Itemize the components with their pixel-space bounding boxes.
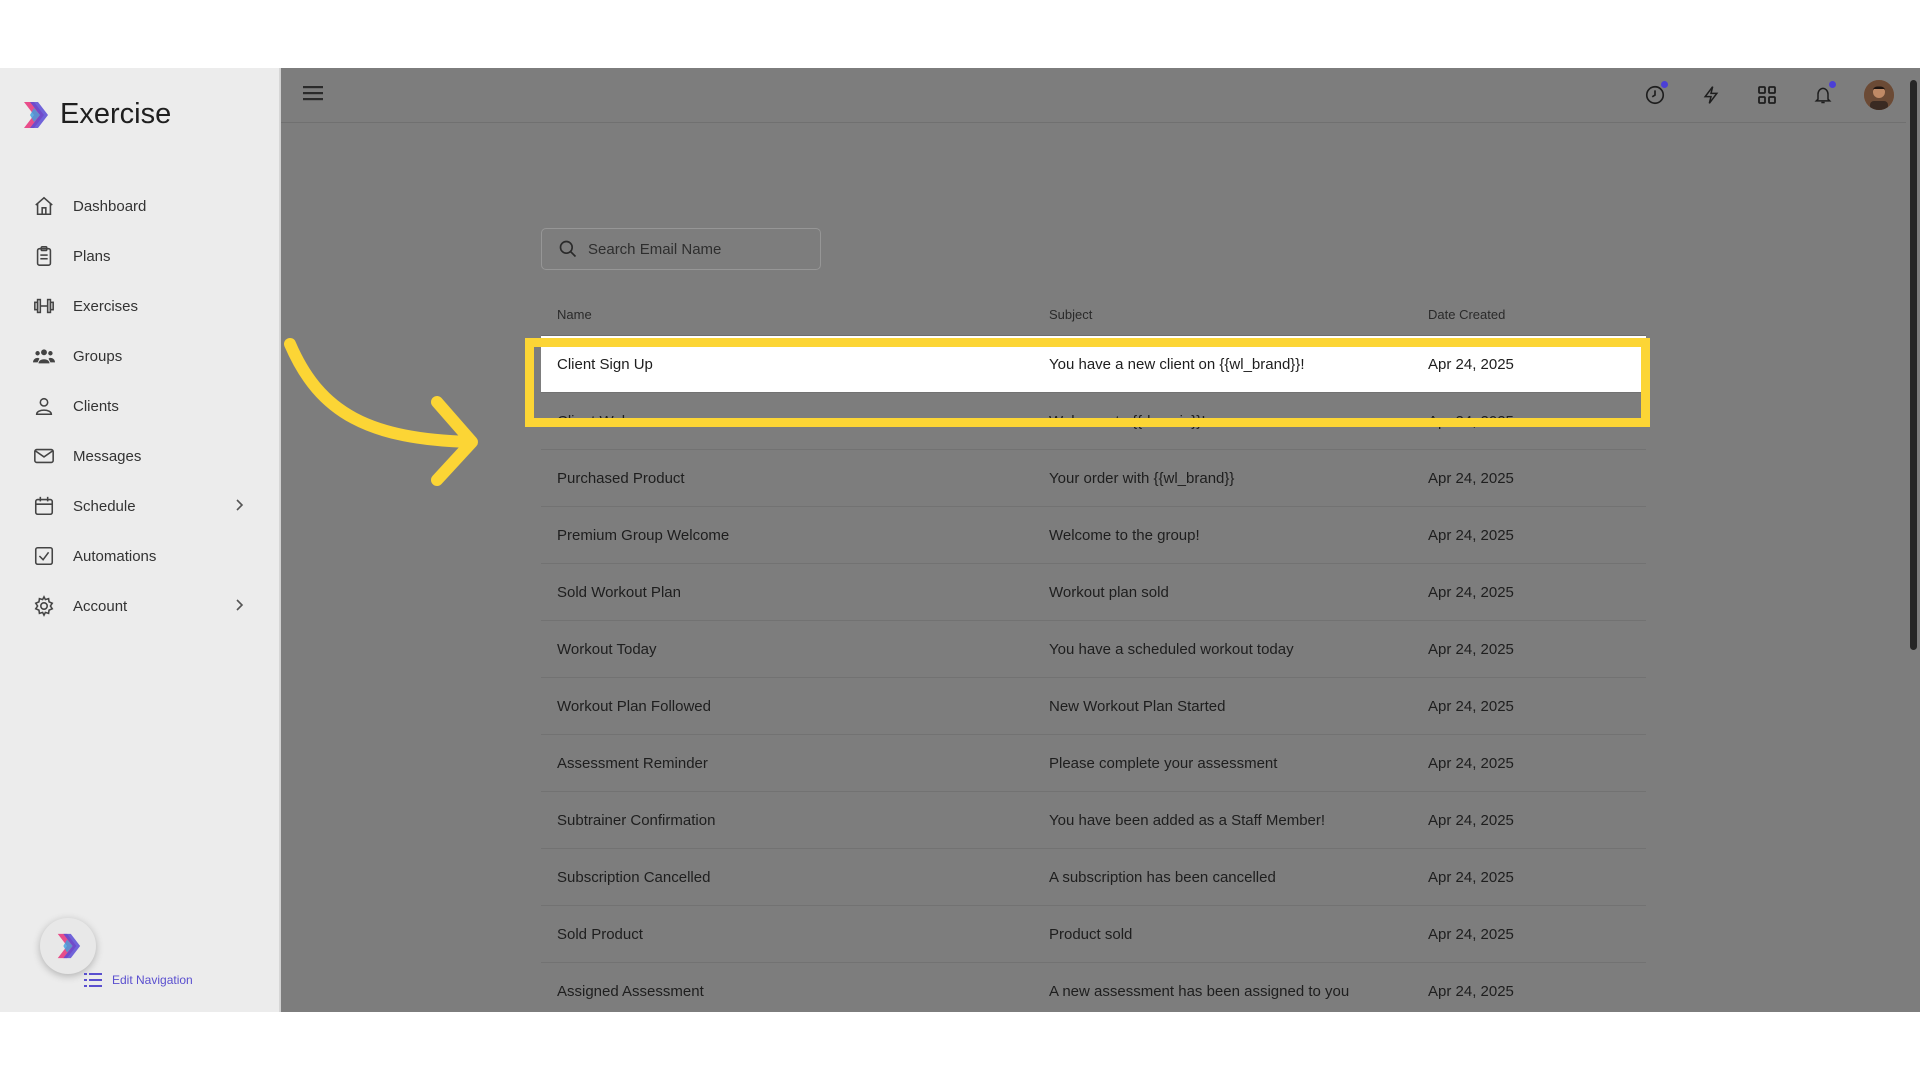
table-row[interactable]: Assigned Assessment A new assessment has… <box>541 963 1646 1012</box>
sidebar-item-dashboard[interactable]: Dashboard <box>0 181 280 231</box>
row-name: Assigned Assessment <box>557 982 704 1000</box>
menu-toggle-button[interactable] <box>303 84 323 107</box>
avatar <box>1864 80 1894 110</box>
table-row[interactable]: Purchased Product Your order with {{wl_b… <box>541 450 1646 507</box>
row-subject: A subscription has been cancelled <box>1049 868 1276 886</box>
row-date: Apr 24, 2025 <box>1428 982 1514 1000</box>
row-subject: Welcome to {{domain}}! <box>1049 412 1206 430</box>
row-date: Apr 24, 2025 <box>1428 355 1514 373</box>
table-row[interactable]: Assessment Reminder Please complete your… <box>541 735 1646 792</box>
row-subject: Product sold <box>1049 925 1133 943</box>
table-row[interactable]: Workout Today You have a scheduled worko… <box>541 621 1646 678</box>
notification-dot <box>1661 81 1668 88</box>
notification-dot <box>1829 81 1836 88</box>
sidebar-item-account[interactable]: Account <box>0 581 280 631</box>
row-date: Apr 24, 2025 <box>1428 811 1514 829</box>
table-row[interactable]: Sold Workout Plan Workout plan sold Apr … <box>541 564 1646 621</box>
home-icon <box>32 194 56 218</box>
logo-icon <box>24 101 48 128</box>
row-date: Apr 24, 2025 <box>1428 640 1514 658</box>
table-row[interactable]: Premium Group Welcome Welcome to the gro… <box>541 507 1646 564</box>
chevron-right-icon <box>236 599 244 611</box>
table-header: Name Subject Date Created <box>541 294 1646 336</box>
quick-actions-button[interactable] <box>1696 80 1726 110</box>
row-name: Premium Group Welcome <box>557 526 730 544</box>
row-date: Apr 24, 2025 <box>1428 526 1514 544</box>
row-date: Apr 24, 2025 <box>1428 469 1514 487</box>
row-subject: Welcome to the group! <box>1049 526 1200 544</box>
table-row[interactable]: Client Welcome Welcome to {{domain}}! Ap… <box>541 393 1646 450</box>
row-date: Apr 24, 2025 <box>1428 583 1514 601</box>
lightning-icon <box>1703 86 1719 104</box>
row-name: Sold Workout Plan <box>557 583 681 601</box>
apps-button[interactable] <box>1752 80 1782 110</box>
checkbox-icon <box>32 544 56 568</box>
sidebar-item-label: Dashboard <box>73 197 147 215</box>
list-icon <box>84 973 102 987</box>
sidebar-item-label: Automations <box>73 547 157 565</box>
row-name: Purchased Product <box>557 469 685 487</box>
scrollbar-thumb[interactable] <box>1910 80 1917 650</box>
sidebar-item-label: Account <box>73 597 128 615</box>
row-date: Apr 24, 2025 <box>1428 412 1514 430</box>
sidebar-item-label: Plans <box>73 247 111 265</box>
search-field[interactable] <box>541 228 821 270</box>
row-subject: You have been added as a Staff Member! <box>1049 811 1326 829</box>
pointer-arrow-icon <box>284 338 478 486</box>
row-date: Apr 24, 2025 <box>1428 754 1514 772</box>
app-window: Exercise Dashboard Plans Exercises Group… <box>0 68 1920 1012</box>
hamburger-icon <box>303 86 323 101</box>
row-name: Client Welcome <box>557 412 662 430</box>
user-menu-button[interactable] <box>1864 80 1894 110</box>
edit-navigation-label: Edit Navigation <box>112 973 193 987</box>
table-row[interactable]: Client Sign Up You have a new client on … <box>541 336 1646 393</box>
table-row[interactable]: Workout Plan Followed New Workout Plan S… <box>541 678 1646 735</box>
row-name: Workout Today <box>557 640 657 658</box>
logo-icon <box>57 933 81 959</box>
top-bar <box>281 68 1920 123</box>
row-name: Workout Plan Followed <box>557 697 711 715</box>
top-bar-actions <box>1640 80 1894 110</box>
column-header-name[interactable]: Name <box>557 307 1049 322</box>
row-date: Apr 24, 2025 <box>1428 868 1514 886</box>
notifications-button[interactable] <box>1808 80 1838 110</box>
row-name: Client Sign Up <box>557 355 653 373</box>
column-header-subject[interactable]: Subject <box>1049 307 1428 322</box>
sidebar-item-automations[interactable]: Automations <box>0 531 280 581</box>
row-name: Subscription Cancelled <box>557 868 711 886</box>
edit-navigation-link[interactable]: Edit Navigation <box>84 972 193 988</box>
main-content: Name Subject Date Created Client Sign Up… <box>281 68 1920 1012</box>
row-subject: You have a new client on {{wl_brand}}! <box>1049 355 1305 373</box>
table-row[interactable]: Subscription Cancelled A subscription ha… <box>541 849 1646 906</box>
history-button[interactable] <box>1640 80 1670 110</box>
row-subject: Workout plan sold <box>1049 583 1169 601</box>
search-icon <box>559 240 577 258</box>
column-header-date-created[interactable]: Date Created <box>1428 307 1628 322</box>
sidebar: Exercise Dashboard Plans Exercises Group… <box>0 68 280 1012</box>
table-row[interactable]: Subtrainer Confirmation You have been ad… <box>541 792 1646 849</box>
vertical-scrollbar[interactable] <box>1906 68 1920 1012</box>
row-name: Sold Product <box>557 925 643 943</box>
row-subject: A new assessment has been assigned to yo… <box>1049 982 1350 1000</box>
gear-icon <box>32 594 56 618</box>
row-subject: New Workout Plan Started <box>1049 697 1226 715</box>
row-date: Apr 24, 2025 <box>1428 697 1514 715</box>
row-subject: Please complete your assessment <box>1049 754 1278 772</box>
email-templates-table: Name Subject Date Created Client Sign Up… <box>541 294 1646 1012</box>
row-date: Apr 24, 2025 <box>1428 925 1514 943</box>
row-name: Subtrainer Confirmation <box>557 811 716 829</box>
brand-logo[interactable]: Exercise <box>20 98 171 131</box>
row-subject: Your order with {{wl_brand}} <box>1049 469 1235 487</box>
search-input[interactable] <box>588 240 808 258</box>
row-name: Assessment Reminder <box>557 754 708 772</box>
app-launcher-button[interactable] <box>40 918 96 974</box>
grid-icon <box>1758 86 1776 104</box>
row-subject: You have a scheduled workout today <box>1049 640 1294 658</box>
table-row[interactable]: Sold Product Product sold Apr 24, 2025 <box>541 906 1646 963</box>
app-title: Exercise <box>60 98 172 130</box>
